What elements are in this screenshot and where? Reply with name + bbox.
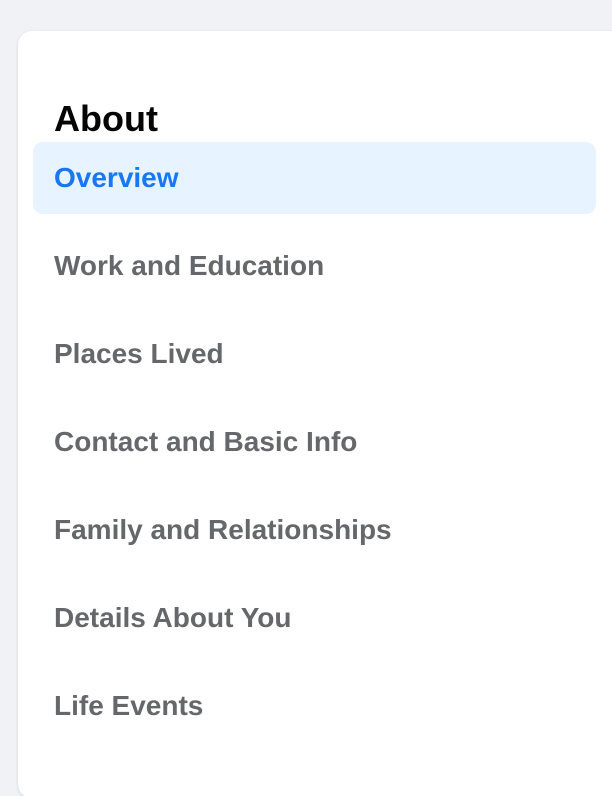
about-menu: Overview Work and Education Places Lived… (33, 142, 596, 758)
menu-item-label: Places Lived (54, 338, 224, 369)
menu-item-label: Contact and Basic Info (54, 426, 358, 457)
about-card: About Overview Work and Education Places… (18, 31, 612, 796)
about-title: About (54, 98, 158, 139)
menu-item-work-and-education[interactable]: Work and Education (33, 230, 596, 302)
menu-item-contact-and-basic-info[interactable]: Contact and Basic Info (33, 406, 596, 478)
menu-item-label: Work and Education (54, 250, 325, 281)
menu-item-label: Family and Relationships (54, 514, 392, 545)
menu-item-label: Overview (54, 162, 179, 193)
menu-item-details-about-you[interactable]: Details About You (33, 582, 596, 654)
menu-item-overview[interactable]: Overview (33, 142, 596, 214)
menu-item-places-lived[interactable]: Places Lived (33, 318, 596, 390)
menu-item-life-events[interactable]: Life Events (33, 670, 596, 742)
menu-item-label: Details About You (54, 602, 292, 633)
menu-item-label: Life Events (54, 690, 204, 721)
menu-item-family-and-relationships[interactable]: Family and Relationships (33, 494, 596, 566)
page: About Overview Work and Education Places… (0, 0, 612, 796)
